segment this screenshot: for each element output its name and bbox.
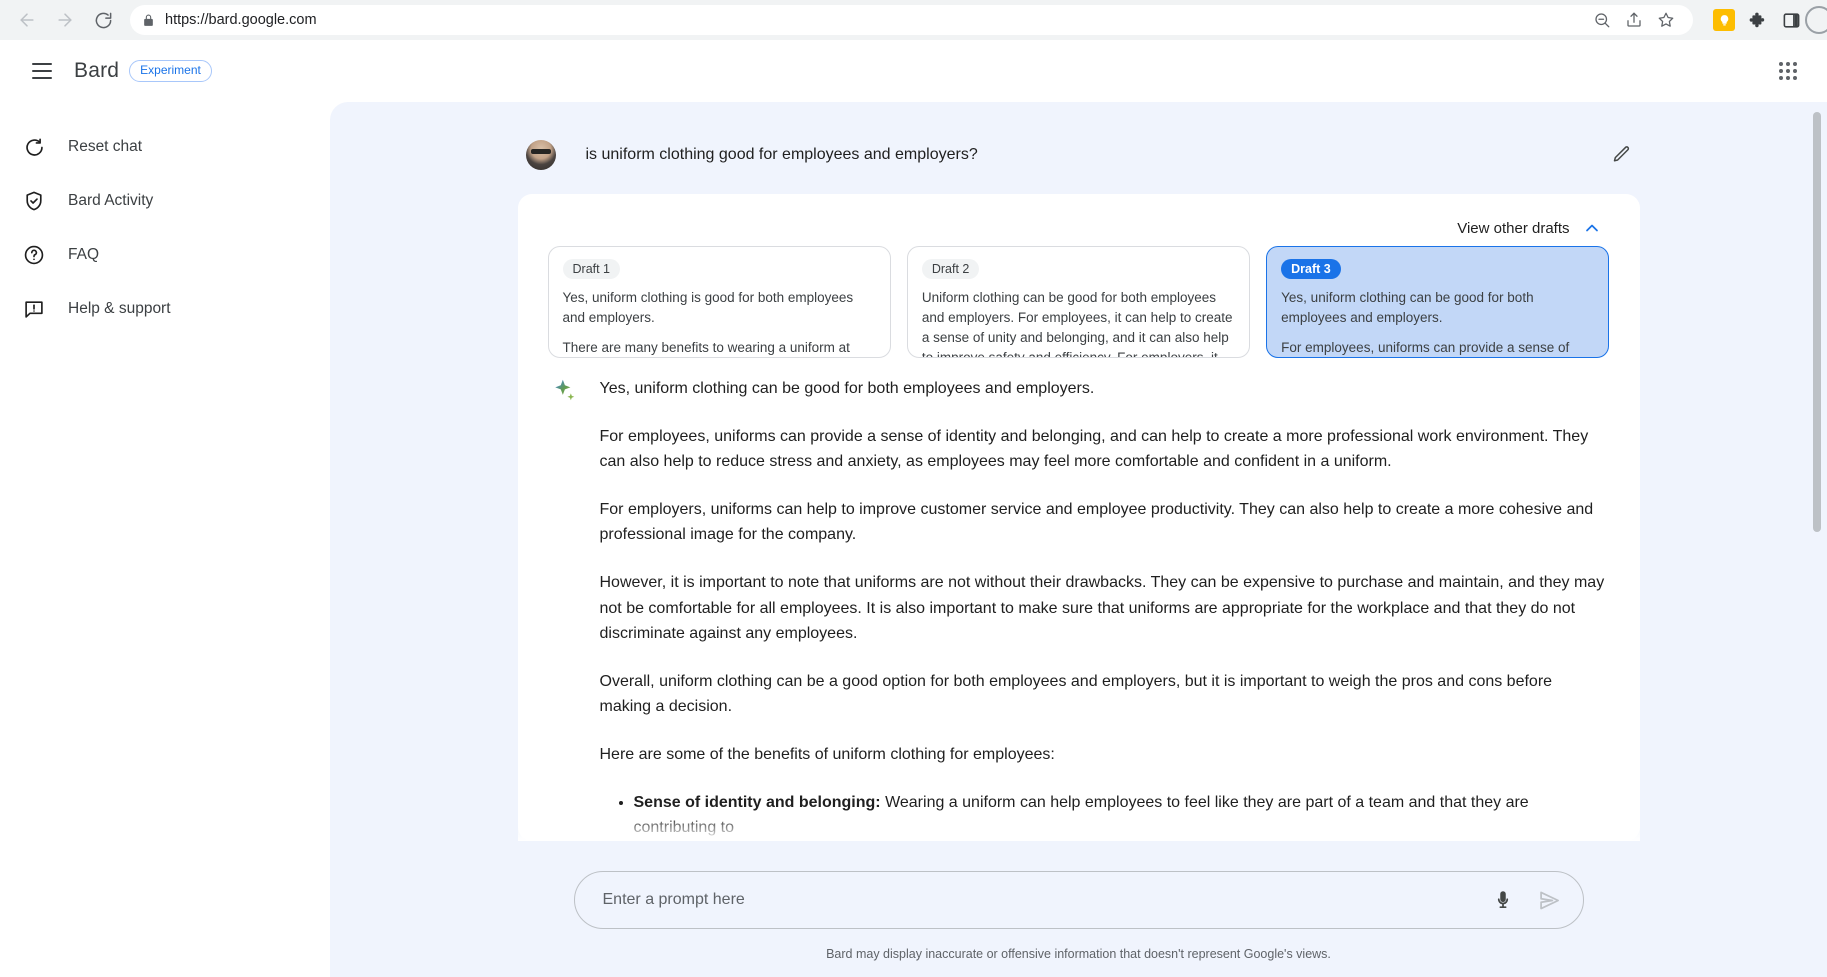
prompt-input[interactable] bbox=[602, 891, 1478, 909]
edit-pencil-icon[interactable] bbox=[1611, 140, 1632, 165]
benefits-list: Sense of identity and belonging: Wearing… bbox=[634, 790, 1606, 841]
user-prompt-text: is uniform clothing good for employees a… bbox=[585, 146, 978, 163]
sidebar-item-label: Help & support bbox=[68, 300, 171, 317]
send-icon[interactable] bbox=[1538, 889, 1561, 912]
sidebar-item-faq[interactable]: FAQ bbox=[0, 228, 330, 282]
chat-panel: is uniform clothing good for employees a… bbox=[330, 102, 1827, 977]
question-circle-icon bbox=[22, 243, 46, 267]
draft-paragraph: Yes, uniform clothing can be good for bo… bbox=[1281, 290, 1534, 325]
draft-badge: Draft 3 bbox=[1281, 259, 1341, 279]
answer-card: View other drafts Draft 1 Yes, uniform c… bbox=[517, 194, 1640, 841]
draft-paragraph: For employees, uniforms can provide a se… bbox=[1281, 339, 1570, 355]
draft-badge: Draft 2 bbox=[921, 259, 980, 279]
view-other-drafts-label: View other drafts bbox=[1457, 219, 1570, 237]
scrollbar[interactable] bbox=[1813, 112, 1821, 847]
shield-check-icon bbox=[22, 189, 46, 213]
draft-paragraph: Uniform clothing can be good for both em… bbox=[921, 290, 1233, 358]
sidebar-item-label: Bard Activity bbox=[68, 192, 154, 209]
draft-body: Yes, uniform clothing can be good for bo… bbox=[1281, 288, 1594, 357]
response-text: Yes, uniform clothing can be good for bo… bbox=[600, 376, 1606, 841]
drafts-header[interactable]: View other drafts bbox=[542, 212, 1616, 246]
reload-icon[interactable] bbox=[86, 3, 120, 37]
draft-card-1[interactable]: Draft 1 Yes, uniform clothing is good fo… bbox=[547, 246, 891, 358]
puzzle-piece-icon[interactable] bbox=[1749, 11, 1768, 30]
lock-icon bbox=[142, 14, 155, 27]
response-paragraph: For employees, uniforms can provide a se… bbox=[599, 427, 1589, 471]
sidebar-item-label: FAQ bbox=[68, 246, 100, 263]
browser-toolbar: https://bard.google.com bbox=[0, 0, 1827, 40]
share-icon[interactable] bbox=[1625, 11, 1643, 29]
draft-card-3[interactable]: Draft 3 Yes, uniform clothing can be goo… bbox=[1266, 246, 1610, 358]
list-item: Sense of identity and belonging: Wearing… bbox=[634, 790, 1606, 841]
draft-card-2[interactable]: Draft 2 Uniform clothing can be good for… bbox=[906, 246, 1251, 358]
response-paragraph: Overall, uniform clothing can be a good … bbox=[599, 672, 1553, 716]
bard-response: Yes, uniform clothing can be good for bo… bbox=[542, 358, 1616, 841]
sidebar-item-reset-chat[interactable]: Reset chat bbox=[0, 120, 330, 174]
zoom-out-icon[interactable] bbox=[1593, 11, 1611, 29]
hamburger-menu-icon[interactable] bbox=[22, 51, 62, 91]
response-paragraph: Here are some of the benefits of uniform… bbox=[599, 745, 1055, 763]
conversation-scroll-area: is uniform clothing good for employees a… bbox=[330, 102, 1827, 857]
forward-arrow-icon[interactable] bbox=[48, 3, 82, 37]
bard-sparkle-icon bbox=[552, 378, 578, 404]
feedback-icon bbox=[22, 297, 46, 321]
lightbulb-extension-icon[interactable] bbox=[1713, 9, 1735, 31]
user-prompt-row: is uniform clothing good for employees a… bbox=[504, 118, 1654, 194]
draft-paragraph: There are many benefits to wearing a uni… bbox=[562, 339, 850, 355]
page-body: Reset chat Bard Activity FAQ Help & supp… bbox=[0, 102, 1827, 977]
page-title: Bard bbox=[74, 59, 120, 82]
sidebar-item-help-support[interactable]: Help & support bbox=[0, 282, 330, 336]
status-badge: Experiment bbox=[129, 60, 212, 82]
url-text: https://bard.google.com bbox=[165, 12, 317, 28]
sidebar-item-bard-activity[interactable]: Bard Activity bbox=[0, 174, 330, 228]
composer[interactable] bbox=[573, 871, 1584, 929]
disclaimer-text: Bard may display inaccurate or offensive… bbox=[826, 947, 1331, 961]
list-item-title: Sense of identity and belonging: bbox=[633, 793, 881, 811]
response-paragraph: However, it is important to note that un… bbox=[599, 573, 1605, 643]
app-header: Bard Experiment bbox=[0, 40, 1827, 102]
back-arrow-icon[interactable] bbox=[10, 3, 44, 37]
response-paragraph: For employers, uniforms can help to impr… bbox=[599, 500, 1594, 544]
chevron-up-icon[interactable] bbox=[1582, 218, 1602, 238]
drafts-row: Draft 1 Yes, uniform clothing is good fo… bbox=[542, 246, 1616, 358]
draft-body: Uniform clothing can be good for both em… bbox=[921, 288, 1235, 358]
draft-body: Yes, uniform clothing is good for both e… bbox=[562, 288, 876, 357]
sidebar-item-label: Reset chat bbox=[68, 138, 143, 155]
conversation: is uniform clothing good for employees a… bbox=[504, 118, 1654, 841]
avatar bbox=[525, 140, 556, 170]
star-icon[interactable] bbox=[1657, 11, 1675, 29]
composer-area: Bard may display inaccurate or offensive… bbox=[330, 857, 1827, 977]
reset-icon bbox=[22, 135, 46, 159]
scrollbar-thumb[interactable] bbox=[1813, 112, 1821, 532]
draft-paragraph: Yes, uniform clothing is good for both e… bbox=[562, 290, 854, 325]
brand: Bard Experiment bbox=[74, 59, 212, 83]
draft-badge: Draft 1 bbox=[562, 259, 621, 279]
microphone-icon[interactable] bbox=[1492, 889, 1514, 911]
address-bar[interactable]: https://bard.google.com bbox=[130, 5, 1693, 35]
google-apps-grid-icon[interactable] bbox=[1771, 54, 1805, 88]
sidebar: Reset chat Bard Activity FAQ Help & supp… bbox=[0, 102, 330, 977]
profile-avatar-icon[interactable] bbox=[1805, 6, 1827, 34]
response-paragraph: Yes, uniform clothing can be good for bo… bbox=[599, 380, 1095, 397]
side-panel-icon[interactable] bbox=[1782, 11, 1801, 30]
